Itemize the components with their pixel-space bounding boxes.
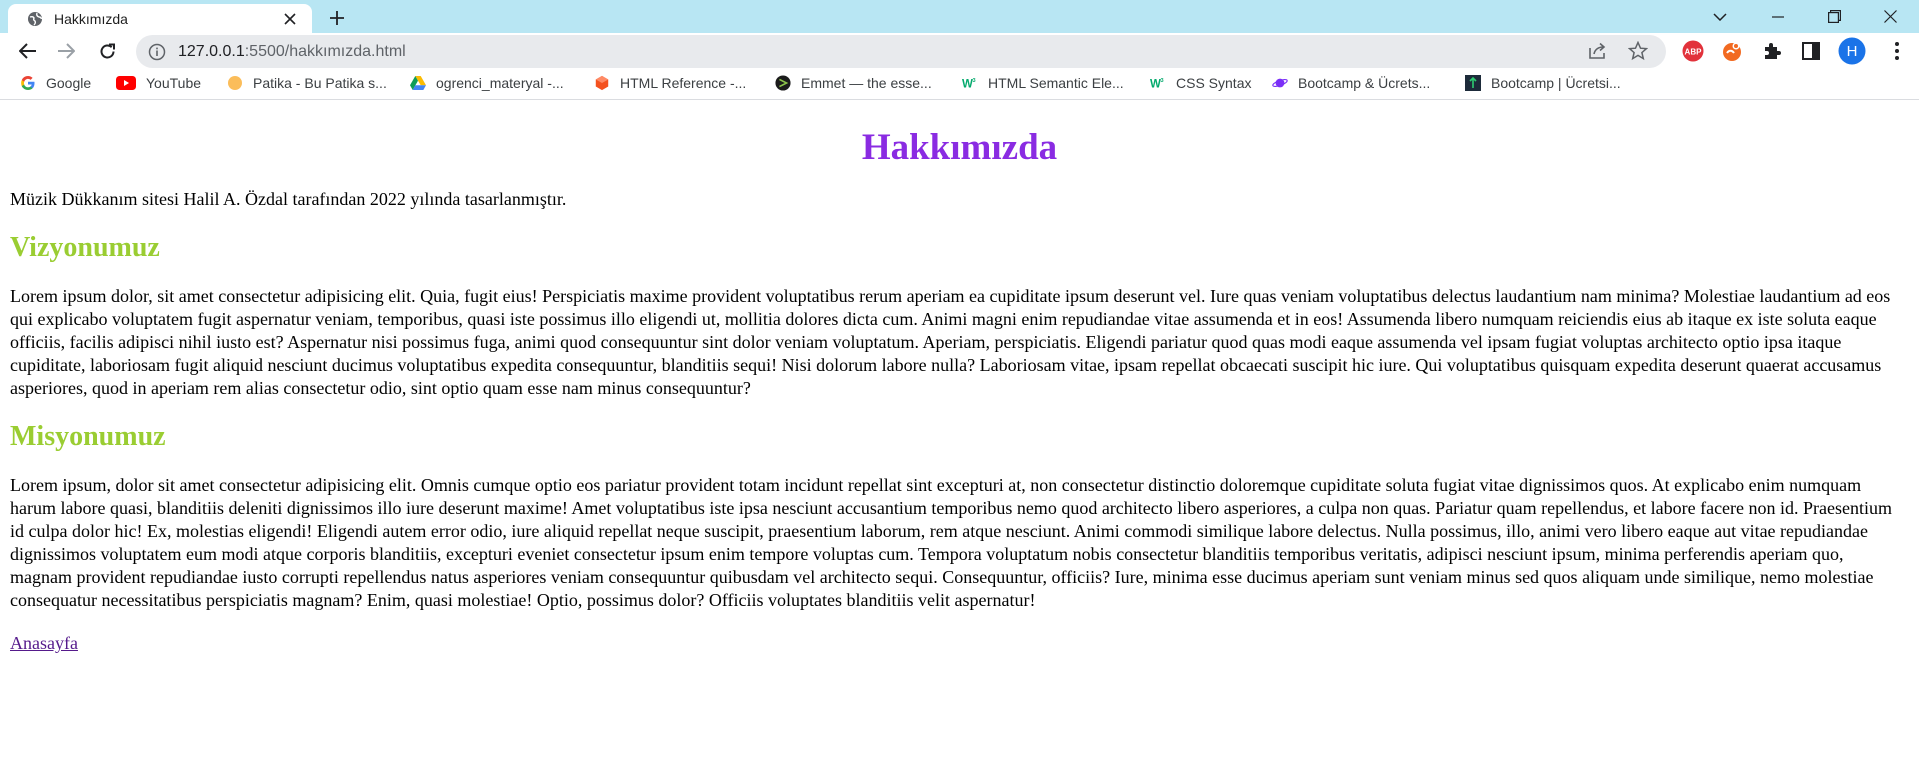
bookmark-label: HTML Reference -...	[620, 75, 747, 91]
bookmark-label: ogrenci_materyal -...	[436, 75, 564, 91]
back-arrow-icon[interactable]	[14, 37, 42, 65]
bookmark-patika[interactable]: Patika - Bu Patika s...	[227, 75, 387, 91]
page-title: Hakkımızda	[861, 127, 1058, 168]
new-tab-button[interactable]	[326, 7, 348, 29]
close-window-icon[interactable]	[1864, 0, 1916, 33]
bookmark-label: CSS Syntax	[1176, 75, 1252, 91]
intro-text: Müzik Dükkanım sitesi Halil A. Özdal tar…	[10, 189, 567, 209]
url-host: 127.0.0.1	[178, 42, 245, 60]
reload-icon[interactable]	[93, 37, 121, 65]
google-drive-icon	[410, 75, 426, 91]
youtube-icon	[116, 75, 136, 91]
profile-initial: H	[1846, 42, 1858, 60]
bookmark-youtube[interactable]: YouTube	[116, 75, 201, 91]
chrome-menu-icon[interactable]	[1886, 40, 1908, 62]
bookmarks-bar: Google YouTube Patika - Bu Patika s... o…	[0, 69, 1919, 100]
tab-strip: Hakkımızda	[0, 0, 1919, 33]
bookmark-label: YouTube	[146, 75, 202, 91]
w3schools-icon: W3	[962, 75, 978, 91]
page-content: Hakkımızda Müzik Dükkanım sitesi Halil A…	[0, 126, 1919, 655]
bookmark-bootcamp-ucretsi[interactable]: Bootcamp | Ücretsi...	[1465, 75, 1621, 91]
extensions-puzzle-icon[interactable]	[1761, 40, 1783, 62]
extension-orange-icon[interactable]	[1721, 40, 1743, 62]
svg-text:3: 3	[1161, 78, 1164, 84]
profile-avatar[interactable]: H	[1838, 37, 1866, 65]
bookmark-label: HTML Semantic Ele...	[988, 75, 1124, 91]
bookmark-star-icon[interactable]	[1627, 40, 1649, 66]
bookmark-label: Bootcamp & Ücrets...	[1298, 75, 1431, 91]
svg-text:W: W	[1150, 78, 1161, 90]
bookmark-bootcamp-ucrets[interactable]: Bootcamp & Ücrets...	[1272, 75, 1430, 91]
forward-arrow-icon[interactable]	[52, 37, 80, 65]
patika-icon	[227, 75, 243, 91]
mission-paragraph: Lorem ipsum, dolor sit amet consectetur …	[10, 475, 1893, 610]
adblock-plus-icon[interactable]: ABP	[1682, 40, 1704, 62]
bookmark-label: Bootcamp | Ücretsi...	[1491, 75, 1621, 91]
bookmark-label: Emmet — the esse...	[801, 75, 932, 91]
browser-tab-active[interactable]: Hakkımızda	[8, 4, 312, 33]
close-tab-icon[interactable]	[280, 9, 300, 29]
emmet-icon	[775, 75, 791, 91]
vision-heading: Vizyonumuz	[10, 232, 160, 263]
w3schools-icon: W3	[1150, 75, 1166, 91]
minimize-window-icon[interactable]	[1752, 0, 1804, 33]
url-text[interactable]: 127.0.0.1:5500/hakkımızda.html	[178, 43, 406, 61]
side-panel-icon[interactable]	[1800, 40, 1822, 62]
tab-search-chevron-icon[interactable]	[1694, 0, 1746, 33]
google-icon	[20, 75, 36, 91]
browser-toolbar: 127.0.0.1:5500/hakkımızda.html ABP H	[0, 33, 1919, 69]
home-link[interactable]: Anasayfa	[10, 632, 78, 655]
bookmark-css-syntax[interactable]: W3 CSS Syntax	[1150, 75, 1251, 91]
bookmark-label: Google	[46, 75, 92, 91]
restore-window-icon[interactable]	[1808, 0, 1860, 33]
address-bar[interactable]: 127.0.0.1:5500/hakkımızda.html	[136, 35, 1666, 68]
globe-icon	[26, 10, 44, 28]
bookmark-google[interactable]: Google	[20, 75, 91, 91]
mission-heading: Misyonumuz	[10, 421, 166, 452]
bookmark-ogrenci-materyal[interactable]: ogrenci_materyal -...	[410, 75, 564, 91]
bookmark-html-reference[interactable]: HTML Reference -...	[594, 75, 746, 91]
svg-text:3: 3	[973, 78, 976, 84]
svg-text:W: W	[962, 78, 973, 90]
share-icon[interactable]	[1588, 42, 1608, 65]
site-info-icon[interactable]	[148, 43, 166, 61]
bookmark-label: Patika - Bu Patika s...	[253, 75, 387, 91]
bootcamp-icon	[1465, 75, 1481, 91]
vision-paragraph: Lorem ipsum dolor, sit amet consectetur …	[10, 286, 1891, 398]
tab-title: Hakkımızda	[54, 10, 128, 27]
bookmark-emmet[interactable]: Emmet — the esse...	[775, 75, 932, 91]
svg-text:ABP: ABP	[1685, 48, 1703, 57]
planet-icon	[1272, 75, 1288, 91]
html-reference-icon	[594, 75, 610, 91]
bookmark-html-semantic[interactable]: W3 HTML Semantic Ele...	[962, 75, 1124, 91]
url-path: :5500/hakkımızda.html	[244, 42, 406, 60]
